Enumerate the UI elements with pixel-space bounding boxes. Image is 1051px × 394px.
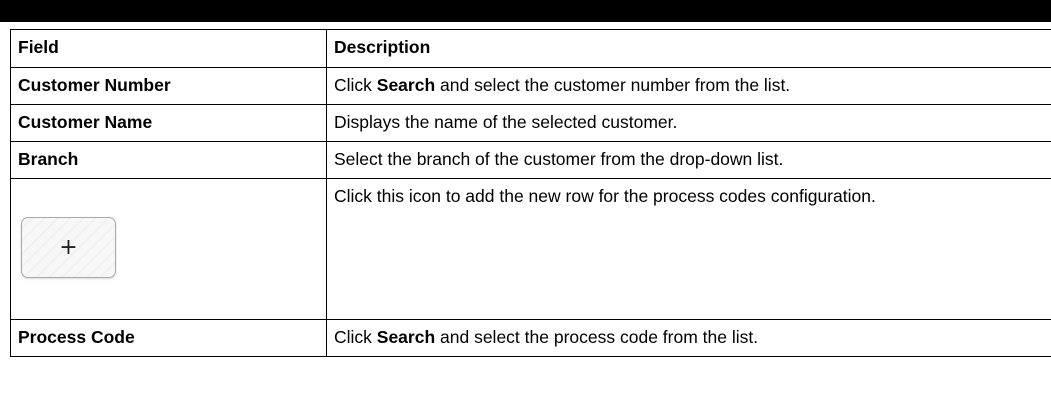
description-emphasis: Search (376, 75, 436, 95)
field-name: Customer Name (10, 104, 327, 142)
table-row: Customer Number Click Search and select … (10, 67, 1051, 105)
column-header-description: Description (326, 29, 1051, 68)
field-name: Customer Number (10, 67, 327, 105)
top-rule (0, 0, 1051, 22)
table-row: Branch Select the branch of the customer… (10, 141, 1051, 179)
field-description-table: Field Description Customer Number Click … (10, 29, 1051, 357)
plus-icon: + (21, 217, 116, 278)
table-row: + Click this icon to add the new row for… (10, 178, 1051, 320)
field-description: Click Search and select the customer num… (326, 67, 1051, 105)
field-icon-cell: + (10, 178, 327, 320)
column-header-field: Field (10, 29, 327, 68)
field-description: Select the branch of the customer from t… (326, 141, 1051, 179)
field-description: Click Search and select the process code… (326, 319, 1051, 357)
table-row: Customer Name Displays the name of the s… (10, 104, 1051, 142)
description-text: and select the customer number from the … (435, 75, 791, 95)
field-description: Displays the name of the selected custom… (326, 104, 1051, 142)
table-header-row: Field Description (10, 29, 1051, 68)
description-text: and select the process code from the lis… (435, 327, 759, 347)
description-text: Click (334, 75, 377, 95)
description-emphasis: Search (376, 327, 436, 347)
field-name: Process Code (10, 319, 327, 357)
description-text: Click (334, 327, 377, 347)
field-name: Branch (10, 141, 327, 179)
table-row: Process Code Click Search and select the… (10, 319, 1051, 357)
field-description: Click this icon to add the new row for t… (326, 178, 1051, 320)
